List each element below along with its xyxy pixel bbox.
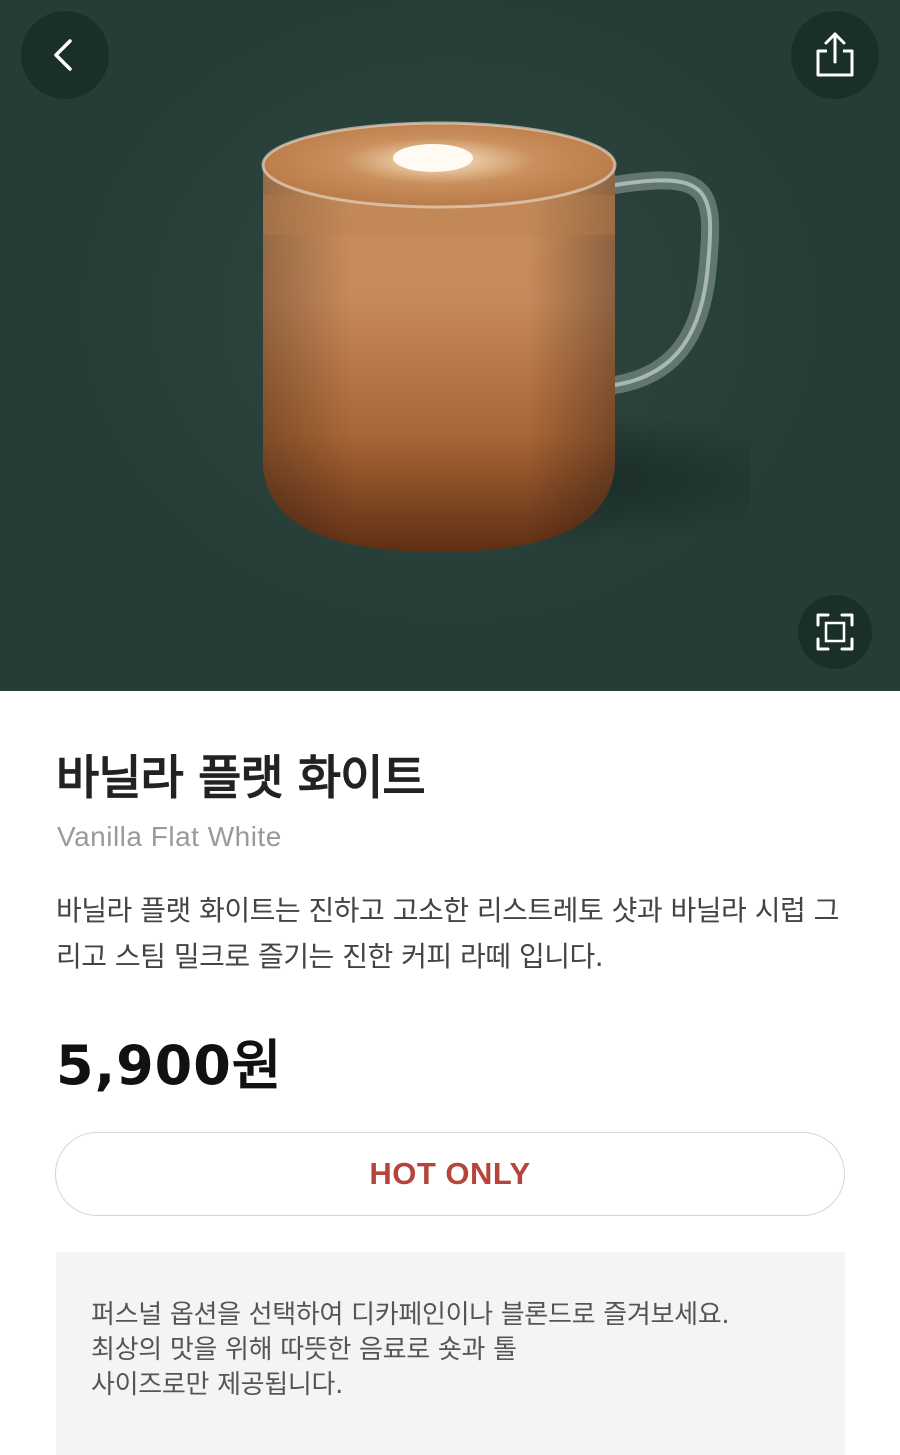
notice-text: 퍼스널 옵션을 선택하여 디카페인이나 블론드로 즐겨보세요. 최상의 맛을 위… [91, 1298, 821, 1403]
notice-line: 퍼스널 옵션을 선택하여 디카페인이나 블론드로 즐겨보세요. [91, 1300, 730, 1330]
product-details: 바닐라 플랫 화이트 Vanilla Flat White 바닐라 플랫 화이트… [0, 691, 900, 1455]
product-description: 바닐라 플랫 화이트는 진하고 고소한 리스트레토 샷과 바닐라 시럽 그리고 … [56, 894, 839, 973]
product-hero [0, 0, 900, 691]
share-button[interactable] [791, 11, 879, 99]
share-icon [816, 32, 854, 77]
notice-line: 사이즈로만 제공됩니다. [91, 1370, 344, 1400]
chevron-left-icon [54, 39, 72, 71]
back-button[interactable] [21, 11, 109, 99]
notice-line: 최상의 맛을 위해 따뜻한 음료로 숏과 톨 [91, 1335, 517, 1365]
product-name-korean: 바닐라 플랫 화이트 [56, 751, 426, 806]
temperature-option-label: HOT ONLY [369, 1156, 531, 1191]
expand-image-button[interactable] [798, 595, 872, 669]
notice-box: 퍼스널 옵션을 선택하여 디카페인이나 블론드로 즐겨보세요. 최상의 맛을 위… [56, 1252, 845, 1455]
temperature-option-badge: HOT ONLY [55, 1132, 845, 1216]
product-image [261, 121, 750, 552]
expand-icon [816, 613, 854, 651]
product-price: 5,900원 [56, 1034, 283, 1097]
product-name-english: Vanilla Flat White [57, 821, 282, 852]
